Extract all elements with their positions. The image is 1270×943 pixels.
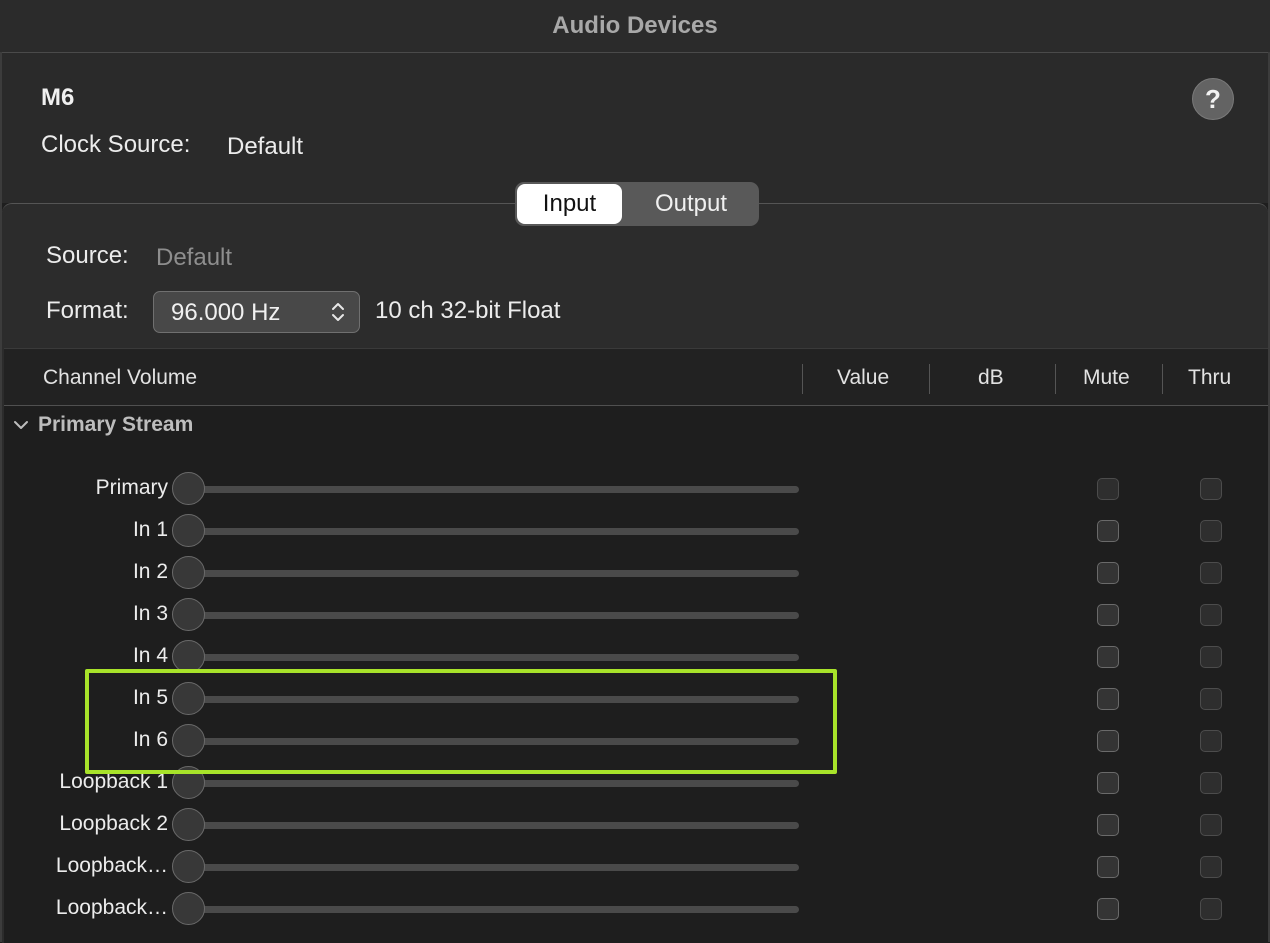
column-value[interactable]: Value (837, 366, 889, 390)
channel-row: Loopback 2 (4, 804, 1268, 846)
volume-slider-track[interactable] (184, 864, 799, 871)
source-value: Default (156, 244, 233, 271)
format-label: Format: (46, 297, 129, 324)
column-divider[interactable] (929, 364, 930, 394)
highlight-box (85, 669, 837, 774)
clock-source-label: Clock Source: (41, 131, 191, 158)
segment-output[interactable]: Output (625, 184, 757, 224)
group-primary-stream[interactable]: Primary Stream (12, 413, 193, 437)
device-name: M6 (41, 84, 75, 111)
mute-checkbox[interactable] (1097, 688, 1119, 710)
up-down-chevron-icon (332, 303, 344, 321)
mute-checkbox[interactable] (1097, 772, 1119, 794)
channel-row: Loopback… (4, 888, 1268, 930)
volume-slider-knob[interactable] (172, 892, 205, 925)
question-icon: ? (1205, 83, 1221, 114)
column-thru[interactable]: Thru (1188, 366, 1231, 390)
thru-checkbox[interactable] (1200, 898, 1222, 920)
format-select[interactable]: 96.000 Hz (153, 291, 360, 333)
channel-label: In 3 (132, 602, 168, 625)
channel-row: In 1 (4, 510, 1268, 552)
channel-label: In 4 (132, 644, 168, 667)
channel-table: Channel Volume Value dB Mute Thru Primar… (4, 348, 1268, 943)
channel-label: Loopback… (55, 854, 168, 877)
channel-label: Loopback… (55, 896, 168, 919)
mute-checkbox[interactable] (1097, 646, 1119, 668)
mute-checkbox[interactable] (1097, 856, 1119, 878)
clock-source-value: Default (227, 133, 304, 160)
mute-checkbox[interactable] (1097, 604, 1119, 626)
thru-checkbox[interactable] (1200, 604, 1222, 626)
mute-checkbox[interactable] (1097, 478, 1119, 500)
column-db[interactable]: dB (978, 366, 1004, 390)
segment-input[interactable]: Input (517, 184, 622, 224)
channel-label: Loopback 2 (59, 812, 168, 835)
thru-checkbox[interactable] (1200, 688, 1222, 710)
channel-row: In 3 (4, 594, 1268, 636)
thru-checkbox[interactable] (1200, 520, 1222, 542)
device-header (2, 53, 1268, 203)
mute-checkbox[interactable] (1097, 730, 1119, 752)
thru-checkbox[interactable] (1200, 856, 1222, 878)
mute-checkbox[interactable] (1097, 814, 1119, 836)
column-divider[interactable] (1162, 364, 1163, 394)
channel-row: Loopback… (4, 846, 1268, 888)
mute-checkbox[interactable] (1097, 520, 1119, 542)
volume-slider-track[interactable] (184, 780, 799, 787)
window-title: Audio Devices (0, 0, 1270, 53)
volume-slider-knob[interactable] (172, 556, 205, 589)
input-output-segmented-control[interactable]: Input Output (515, 182, 759, 226)
table-header: Channel Volume Value dB Mute Thru (4, 349, 1268, 406)
chevron-down-icon[interactable] (12, 416, 30, 434)
volume-slider-track[interactable] (184, 486, 799, 493)
mute-checkbox[interactable] (1097, 562, 1119, 584)
volume-slider-knob[interactable] (172, 850, 205, 883)
column-divider[interactable] (802, 364, 803, 394)
source-label: Source: (46, 242, 129, 269)
thru-checkbox[interactable] (1200, 730, 1222, 752)
channel-label: In 2 (132, 560, 168, 583)
volume-slider-track[interactable] (184, 612, 799, 619)
thru-checkbox[interactable] (1200, 478, 1222, 500)
thru-checkbox[interactable] (1200, 646, 1222, 668)
volume-slider-knob[interactable] (172, 808, 205, 841)
volume-slider-track[interactable] (184, 822, 799, 829)
thru-checkbox[interactable] (1200, 814, 1222, 836)
volume-slider-knob[interactable] (172, 598, 205, 631)
volume-slider-knob[interactable] (172, 514, 205, 547)
format-description: 10 ch 32-bit Float (375, 297, 561, 324)
help-button[interactable]: ? (1192, 78, 1234, 120)
column-mute[interactable]: Mute (1083, 366, 1130, 390)
channel-row: Primary (4, 468, 1268, 510)
volume-slider-track[interactable] (184, 906, 799, 913)
column-channel-volume[interactable]: Channel Volume (43, 366, 197, 390)
mute-checkbox[interactable] (1097, 898, 1119, 920)
thru-checkbox[interactable] (1200, 562, 1222, 584)
thru-checkbox[interactable] (1200, 772, 1222, 794)
volume-slider-track[interactable] (184, 528, 799, 535)
channel-row: In 2 (4, 552, 1268, 594)
volume-slider-knob[interactable] (172, 472, 205, 505)
channel-label: Primary (95, 476, 168, 499)
format-select-value: 96.000 Hz (171, 299, 281, 326)
channel-label: In 1 (132, 518, 168, 541)
volume-slider-track[interactable] (184, 654, 799, 661)
column-divider[interactable] (1055, 364, 1056, 394)
volume-slider-track[interactable] (184, 570, 799, 577)
group-label: Primary Stream (38, 413, 194, 436)
